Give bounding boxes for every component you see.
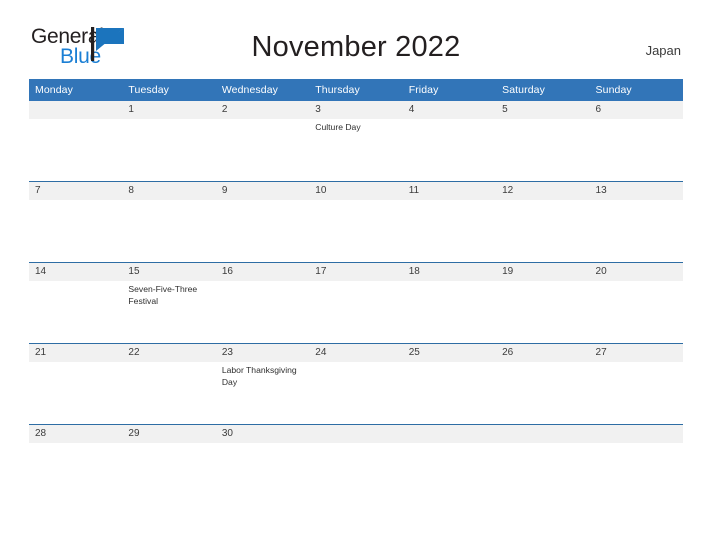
day-number: 16 [215, 263, 310, 281]
calendar-day-cell[interactable]: 16 [215, 262, 310, 344]
calendar-day-cell[interactable]: 7 [29, 181, 123, 263]
day-number: 2 [215, 101, 310, 119]
calendar-empty-cell [496, 424, 590, 445]
page-header: General Blue November 2022 Japan [0, 0, 712, 67]
day-number: 27 [589, 344, 683, 362]
calendar-day-cell[interactable]: 4 [402, 101, 497, 182]
day-number [496, 425, 590, 443]
holiday-event: Labor Thanksgiving Day [221, 365, 297, 387]
weekday-header-sunday: Sunday [589, 79, 683, 101]
calendar-empty-cell [402, 424, 497, 445]
holiday-event: Seven-Five-Three Festival [128, 284, 198, 306]
day-number: 24 [309, 344, 403, 362]
day-number: 18 [402, 263, 497, 281]
calendar-day-cell[interactable]: 30 [215, 424, 310, 445]
day-number: 13 [589, 182, 683, 200]
weekday-header-row: Monday Tuesday Wednesday Thursday Friday… [29, 79, 683, 101]
day-number: 6 [589, 101, 683, 119]
calendar-day-cell[interactable]: 9 [215, 181, 310, 263]
day-number: 8 [122, 182, 216, 200]
calendar-day-cell[interactable]: 26 [496, 343, 590, 425]
day-number [29, 101, 123, 119]
calendar-day-cell[interactable]: 5 [496, 101, 590, 182]
weekday-header-wednesday: Wednesday [215, 79, 310, 101]
day-number: 25 [402, 344, 497, 362]
calendar-day-cell[interactable]: 21 [29, 343, 123, 425]
calendar-body: 1 2 3 Culture Day 4 5 6 7 8 9 10 11 12 13 14 15 Seven-Fi… [29, 101, 683, 445]
calendar-day-cell[interactable]: 2 [215, 101, 310, 182]
day-number: 29 [122, 425, 216, 443]
calendar-day-cell[interactable]: 10 [309, 181, 403, 263]
calendar-day-cell[interactable]: 15 Seven-Five-Three Festival [122, 262, 216, 344]
day-number [309, 425, 403, 443]
day-number: 22 [122, 344, 216, 362]
calendar-day-cell[interactable]: 6 [589, 101, 683, 182]
calendar-day-cell[interactable]: 25 [402, 343, 497, 425]
calendar-week-row: 28 29 30 [29, 424, 683, 445]
day-number: 4 [402, 101, 497, 119]
day-number: 3 [309, 101, 403, 119]
day-number: 10 [309, 182, 403, 200]
day-number [589, 425, 683, 443]
calendar-day-cell[interactable]: 11 [402, 181, 497, 263]
day-events: Culture Day [309, 119, 402, 134]
calendar-day-cell[interactable]: 8 [122, 181, 216, 263]
day-number [402, 425, 497, 443]
calendar-day-cell[interactable]: 29 [122, 424, 216, 445]
weekday-header-thursday: Thursday [309, 79, 403, 101]
day-number: 30 [215, 425, 310, 443]
page-title: November 2022 [251, 31, 461, 63]
calendar-week-row: 7 8 9 10 11 12 13 [29, 181, 683, 263]
calendar-day-cell[interactable]: 12 [496, 181, 590, 263]
day-number: 12 [496, 182, 590, 200]
day-number: 21 [29, 344, 123, 362]
calendar-day-cell[interactable]: 13 [589, 181, 683, 263]
day-number: 28 [29, 425, 123, 443]
calendar-day-cell[interactable]: 18 [402, 262, 497, 344]
calendar-day-cell[interactable]: 28 [29, 424, 123, 445]
holiday-event: Culture Day [315, 122, 361, 132]
calendar-page: General Blue November 2022 Japan Monday … [0, 0, 712, 550]
calendar-day-cell[interactable]: 19 [496, 262, 590, 344]
day-number: 20 [589, 263, 683, 281]
day-number: 17 [309, 263, 403, 281]
weekday-header-saturday: Saturday [496, 79, 590, 101]
calendar-empty-cell [29, 101, 123, 182]
calendar-day-cell[interactable]: 23 Labor Thanksgiving Day [215, 343, 310, 425]
weekday-header-monday: Monday [29, 79, 123, 101]
day-number: 1 [122, 101, 216, 119]
calendar-day-cell[interactable]: 17 [309, 262, 403, 344]
day-number: 19 [496, 263, 590, 281]
day-number: 11 [402, 182, 497, 200]
day-number: 14 [29, 263, 123, 281]
day-number: 26 [496, 344, 590, 362]
day-number: 7 [29, 182, 123, 200]
weekday-header-friday: Friday [402, 79, 497, 101]
calendar-empty-cell [589, 424, 683, 445]
calendar-day-cell[interactable]: 20 [589, 262, 683, 344]
calendar-week-row: 21 22 23 Labor Thanksgiving Day 24 25 26 27 [29, 343, 683, 425]
day-number: 15 [122, 263, 216, 281]
day-events: Seven-Five-Three Festival [122, 281, 215, 307]
weekday-header-tuesday: Tuesday [122, 79, 216, 101]
calendar-day-cell[interactable]: 24 [309, 343, 403, 425]
calendar-empty-cell [309, 424, 403, 445]
calendar-day-cell[interactable]: 22 [122, 343, 216, 425]
day-number: 23 [215, 344, 310, 362]
calendar-grid: Monday Tuesday Wednesday Thursday Friday… [29, 79, 683, 445]
day-events: Labor Thanksgiving Day [216, 362, 309, 388]
country-label: Japan [645, 43, 681, 58]
day-number: 9 [215, 182, 310, 200]
calendar-day-cell[interactable]: 27 [589, 343, 683, 425]
calendar-day-cell[interactable]: 1 [122, 101, 216, 182]
calendar-day-cell[interactable]: 3 Culture Day [309, 101, 403, 182]
calendar-week-row: 1 2 3 Culture Day 4 5 6 [29, 101, 683, 182]
calendar-day-cell[interactable]: 14 [29, 262, 123, 344]
calendar-week-row: 14 15 Seven-Five-Three Festival 16 17 18 19 20 [29, 262, 683, 344]
day-number: 5 [496, 101, 590, 119]
